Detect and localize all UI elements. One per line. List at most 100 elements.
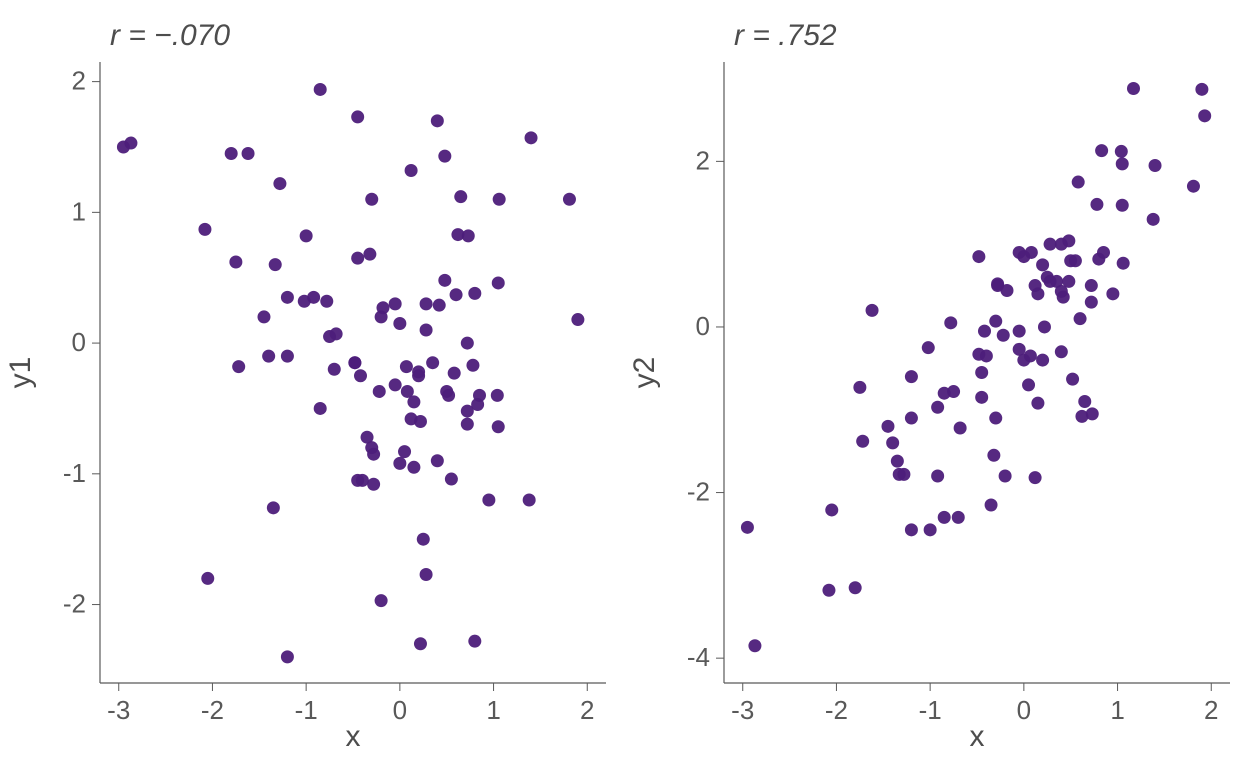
data-point [426,356,439,369]
x-tick-label: 0 [393,695,407,725]
data-point [262,350,275,363]
data-point [944,316,957,329]
data-point [980,349,993,362]
data-point [1147,213,1160,226]
data-point [431,454,444,467]
data-point [414,637,427,650]
data-point [257,310,270,323]
data-point [367,448,380,461]
data-point [997,329,1010,342]
data-point [891,455,904,468]
data-point [367,478,380,491]
data-point [985,498,998,511]
data-point [825,503,838,516]
data-point [438,274,451,287]
data-point [1195,83,1208,96]
data-point [400,360,413,373]
x-tick-label: -3 [107,695,130,725]
data-point [420,324,433,337]
x-tick-label: -2 [201,695,224,725]
data-point [978,325,991,338]
data-point [905,412,918,425]
y-tick-label: -2 [63,589,86,619]
data-point [389,297,402,310]
data-point [1198,109,1211,122]
data-point [1025,246,1038,259]
data-point [748,639,761,652]
data-point [931,470,944,483]
data-point [1022,378,1035,391]
data-point [365,193,378,206]
data-point [420,568,433,581]
data-point [1187,180,1200,193]
data-point [431,114,444,127]
data-point [225,147,238,160]
data-point [1085,279,1098,292]
data-point [1149,159,1162,172]
data-point [320,295,333,308]
data-point [947,385,960,398]
x-tick-label: -1 [919,695,942,725]
y-axis-label: y2 [628,357,661,389]
scatter-panel-right: r = .752-3-2-1012-4-202xy2 [624,0,1248,768]
y-tick-label: 0 [72,327,86,357]
data-point [1036,354,1049,367]
data-point [466,359,479,372]
data-point [1106,287,1119,300]
data-point [1000,284,1013,297]
data-point [741,521,754,534]
data-point [523,493,536,506]
data-point [407,395,420,408]
y-tick-label: 1 [72,196,86,226]
data-point [905,370,918,383]
data-point [267,501,280,514]
data-point [1115,145,1128,158]
data-point [1066,373,1079,386]
data-point [856,435,869,448]
data-point [307,291,320,304]
scatter-panel-left: r = −.070-3-2-1012-2-1012xy1 [0,0,624,768]
data-point [1097,246,1110,259]
data-point [886,436,899,449]
data-point [938,511,951,524]
data-point [330,327,343,340]
data-point [375,594,388,607]
data-point [1055,345,1068,358]
data-point [1044,238,1057,251]
data-point [461,337,474,350]
x-tick-label: -3 [731,695,754,725]
data-point [822,584,835,597]
data-point [849,581,862,594]
data-point [405,164,418,177]
data-point [269,258,282,271]
data-point [1086,407,1099,420]
x-axis-label: x [970,720,985,753]
x-tick-label: -2 [825,695,848,725]
chart-title: r = −.070 [110,19,230,52]
data-point [954,421,967,434]
data-point [376,301,389,314]
data-point [354,369,367,382]
data-point [201,572,214,585]
data-point [571,313,584,326]
data-point [328,363,341,376]
data-point [468,635,481,648]
data-point [881,420,894,433]
data-point [1085,296,1098,309]
data-point [356,474,369,487]
data-point [398,445,411,458]
data-point [414,415,427,428]
data-point [1031,397,1044,410]
data-point [300,229,313,242]
data-point [931,401,944,414]
data-point [493,193,506,206]
data-point [999,470,1012,483]
data-point [989,412,1002,425]
x-tick-label: 2 [1204,695,1218,725]
data-point [1036,258,1049,271]
data-point [1074,312,1087,325]
data-point [482,493,495,506]
x-axis-label: x [346,720,361,753]
data-point [1024,349,1037,362]
x-tick-label: 1 [1110,695,1124,725]
